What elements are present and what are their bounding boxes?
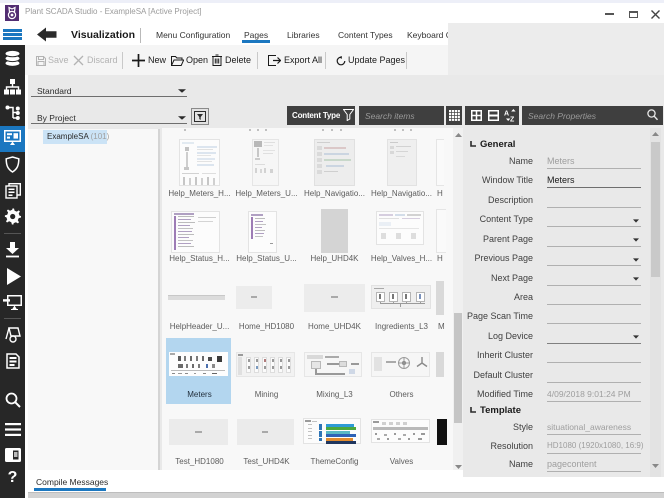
svg-text:A: A [504,111,509,118]
svg-text:Z: Z [510,117,515,123]
